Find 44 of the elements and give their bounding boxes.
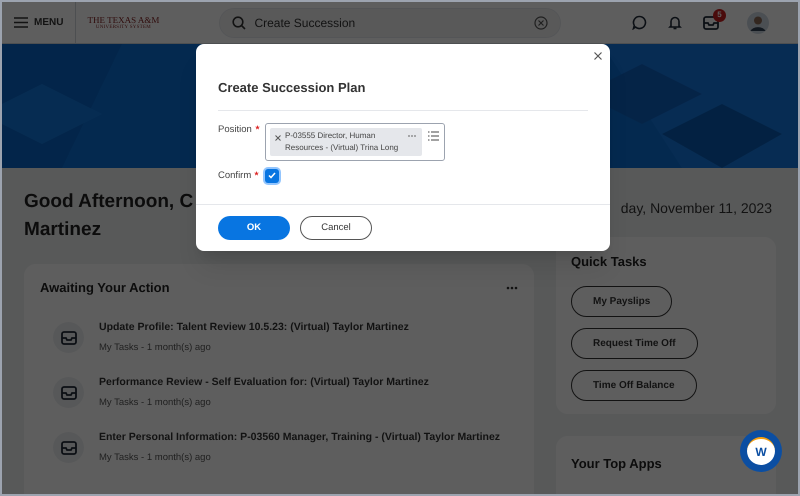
list-icon[interactable] (428, 130, 439, 140)
field-label: Position (218, 122, 252, 136)
task-title[interactable]: Performance Review - Self Evaluation for: (Virtual) Taylor Martinez (99, 374, 429, 390)
bell-icon[interactable] (668, 15, 682, 30)
card-title: Quick Tasks (571, 253, 647, 271)
task-subtitle: My Tasks - 1 month(s) ago (99, 396, 212, 410)
more-icon[interactable] (407, 134, 417, 138)
inbox-icon (60, 440, 76, 454)
greeting-text: Good Afternoon, C (24, 190, 194, 214)
chip-text: P-03555 Director, Human Resources - (Virtual) Trina Long (285, 130, 400, 154)
menu-icon (14, 17, 28, 28)
task-title[interactable]: Update Profile: Talent Review 10.5.23: (Virtual) Taylor Martinez (99, 320, 409, 336)
task-title[interactable]: Enter Personal Information: P-03560 Manager, Training - (Virtual) Taylor Martinez (99, 430, 500, 446)
search-field[interactable]: Create Succession (219, 8, 562, 38)
notification-badge: 5 (713, 8, 726, 22)
menu-button[interactable]: MENU (2, 2, 76, 43)
help-chat-button[interactable]: W (740, 430, 782, 472)
inbox-icon (703, 16, 719, 30)
chat-icon[interactable] (632, 15, 647, 30)
inbox-icon (60, 330, 76, 344)
dialog-title: Create Succession Plan (218, 79, 366, 97)
close-icon[interactable] (594, 52, 602, 60)
quick-task-button[interactable]: My Payslips (571, 286, 672, 316)
inbox-button[interactable]: 5 (703, 8, 726, 30)
more-icon[interactable] (506, 286, 518, 290)
avatar-icon[interactable] (747, 12, 769, 34)
ok-button[interactable]: OK (218, 216, 290, 240)
clear-icon[interactable] (534, 16, 548, 30)
cancel-button[interactable]: Cancel (300, 216, 372, 240)
confirm-checkbox[interactable] (265, 168, 279, 183)
task-subtitle: My Tasks - 1 month(s) ago (99, 451, 212, 466)
task-subtitle: My Tasks - 1 month(s) ago (99, 341, 212, 356)
check-icon (268, 172, 276, 180)
position-field[interactable]: P-03555 Director, Human Resources - (Virtual) Trina Long (265, 122, 445, 160)
greeting-text: Martinez (24, 218, 102, 242)
quick-task-button[interactable]: Request Time Off (571, 328, 698, 358)
date-text: day, November 11, 2023 (620, 199, 772, 218)
remove-icon[interactable] (275, 134, 281, 140)
card-title: Your Top Apps (571, 456, 662, 471)
search-icon (232, 16, 246, 30)
field-label: Confirm (218, 168, 252, 182)
quick-task-button[interactable]: Time Off Balance (571, 370, 697, 400)
inbox-icon (60, 386, 76, 400)
card-title: Awaiting Your Action (40, 279, 170, 297)
